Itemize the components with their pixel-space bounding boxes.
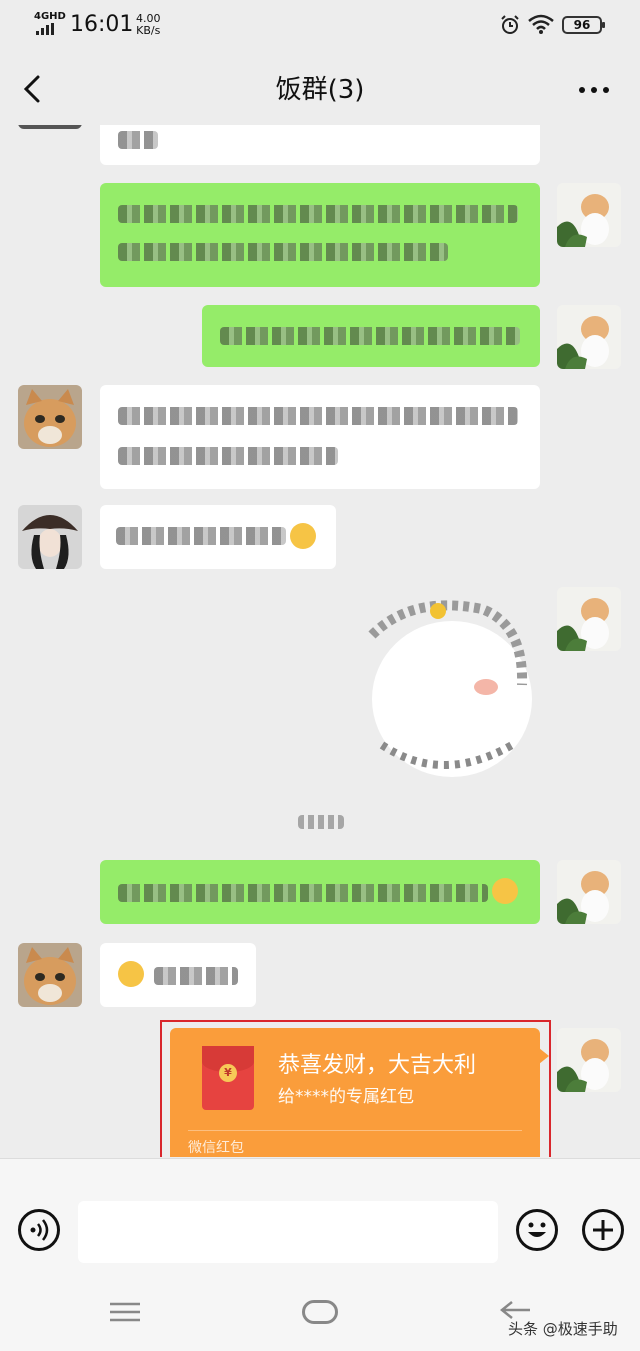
red-packet-title: 恭喜发财，大吉大利 — [278, 1053, 477, 1078]
message-bubble-sent[interactable] — [100, 183, 540, 287]
message-bubble-received[interactable] — [100, 385, 540, 489]
timestamp-tag — [298, 815, 344, 829]
emoji-sticker-icon — [290, 523, 316, 549]
speed-unit: KB/s — [136, 24, 161, 37]
divider — [188, 1130, 522, 1131]
avatar-self[interactable] — [557, 305, 621, 369]
avatar-self[interactable] — [557, 587, 621, 651]
watermark: 头条 @极速手助 — [508, 1320, 618, 1338]
battery-indicator: 96 — [562, 16, 605, 34]
message-list[interactable]: ¥ 恭喜发财，大吉大利 给****的专属红包 微信红包 — [0, 125, 640, 1157]
chat-title: 饭群(3) — [275, 75, 365, 105]
yuan-coin-icon: ¥ — [219, 1064, 237, 1082]
plus-icon[interactable] — [582, 1209, 624, 1251]
network-type: 4GHD — [34, 11, 66, 22]
system-nav-bar: 头条 @极速手助 — [0, 1268, 640, 1351]
red-packet-card[interactable]: ¥ 恭喜发财，大吉大利 给****的专属红包 微信红包 — [170, 1028, 549, 1157]
sticker-image[interactable] — [352, 595, 538, 783]
status-bar: 4GHD 16:01 4.00 KB/s 96 — [0, 0, 640, 52]
red-packet-footer: 微信红包 — [188, 1140, 244, 1156]
title-bar: 饭群(3) — [0, 55, 640, 125]
red-envelope-icon: ¥ — [202, 1046, 254, 1110]
wifi-icon — [528, 14, 554, 34]
message-bubble-sent[interactable] — [202, 305, 540, 367]
avatar-self[interactable] — [557, 860, 621, 924]
emoji-icon[interactable] — [516, 1209, 558, 1251]
red-packet-subtitle: 给****的专属红包 — [278, 1087, 414, 1107]
avatar-self[interactable] — [557, 183, 621, 247]
network-speed: 4.00 KB/s — [136, 13, 161, 37]
signal-icon — [36, 23, 54, 35]
input-bar — [0, 1158, 640, 1268]
alarm-icon — [501, 15, 519, 34]
avatar-self[interactable] — [557, 1028, 621, 1092]
message-input[interactable] — [78, 1201, 498, 1263]
emoji-sticker-icon — [118, 961, 144, 987]
message-bubble-sent[interactable] — [100, 860, 540, 924]
clock: 16:01 — [70, 12, 134, 37]
avatar-member-cat[interactable] — [18, 943, 82, 1007]
message-bubble[interactable] — [100, 125, 540, 165]
message-bubble-received[interactable] — [100, 943, 256, 1007]
avatar-member-hat[interactable] — [18, 505, 82, 569]
home-button[interactable] — [302, 1300, 338, 1324]
message-bubble-received[interactable] — [100, 505, 336, 569]
emoji-sticker-icon — [492, 878, 518, 904]
avatar-member-cat[interactable] — [18, 385, 82, 449]
voice-icon[interactable] — [18, 1209, 60, 1251]
menu-icon[interactable] — [110, 1302, 140, 1322]
avatar[interactable] — [18, 125, 82, 129]
more-dots-icon[interactable] — [576, 75, 612, 105]
